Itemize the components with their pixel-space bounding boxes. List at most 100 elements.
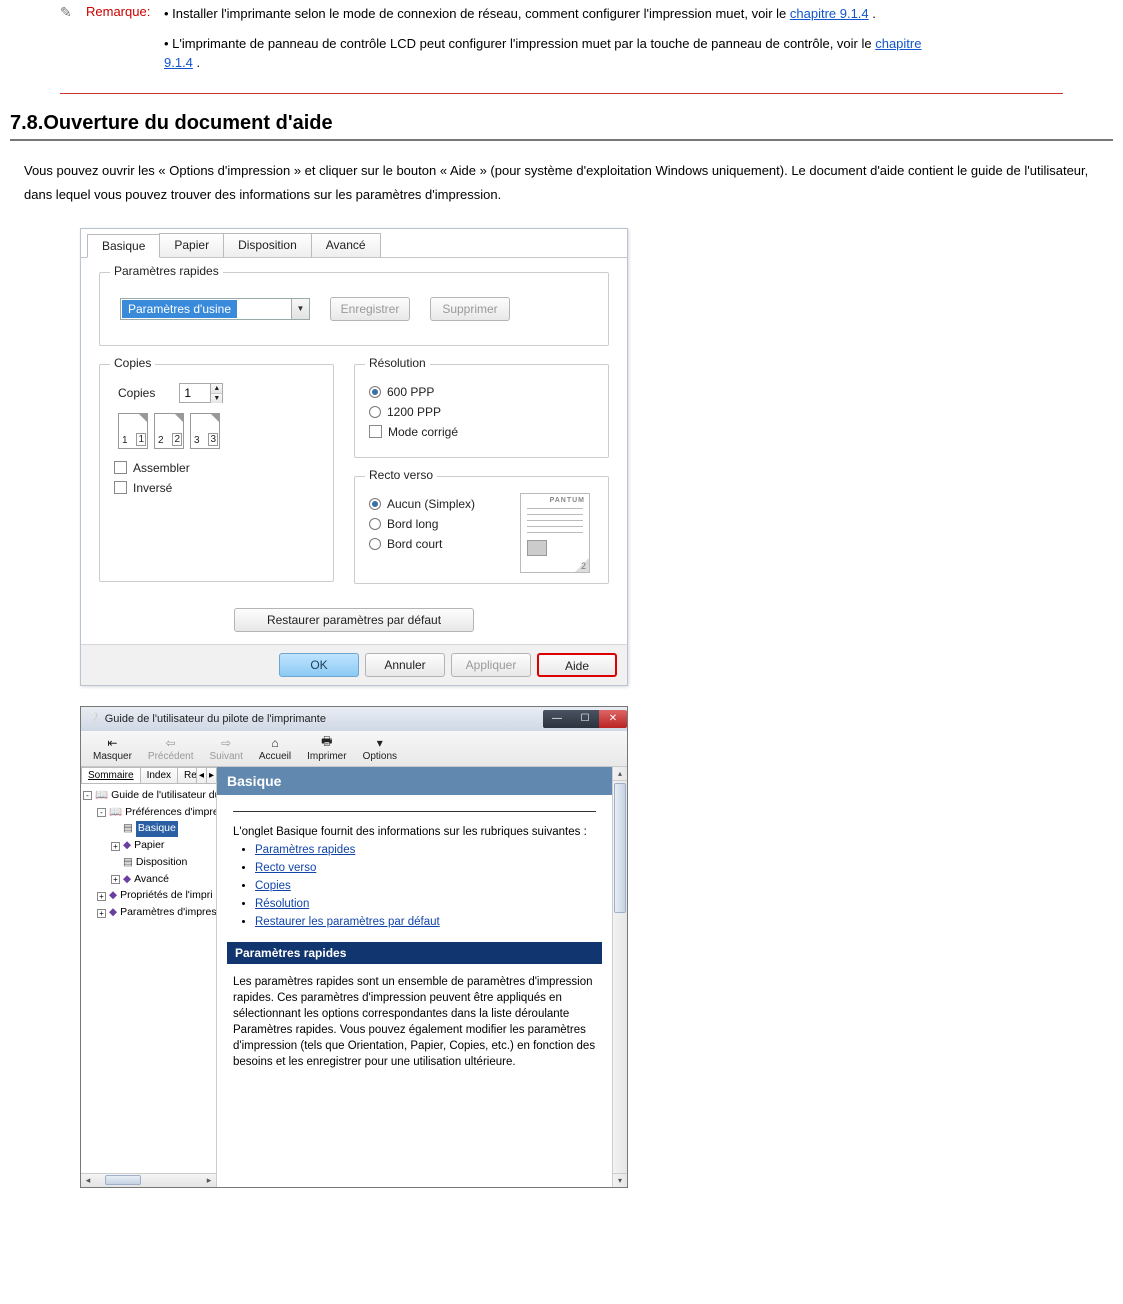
tb-home[interactable]: ⌂ Accueil (251, 733, 299, 764)
help-link-copies[interactable]: Copies (255, 880, 291, 892)
tb-options[interactable]: ▾ Options (355, 733, 405, 764)
note-icon: ✎ (60, 4, 80, 20)
checkbox-icon (114, 481, 127, 494)
maximize-icon[interactable]: ☐ (571, 710, 599, 728)
radio-simplex-label: Aucun (Simplex) (387, 497, 475, 511)
quick-settings-group: Paramètres rapides Paramètres d'usine ▼ … (99, 272, 609, 346)
tree-prefs[interactable]: -📖 Préférences d'impre (83, 805, 214, 822)
tree-basique[interactable]: ▤ Basique (83, 821, 214, 838)
copies-stepper[interactable]: ▲▼ (179, 383, 223, 403)
page-icon-3: 3 3 (190, 413, 220, 449)
tree-root[interactable]: -📖 Guide de l'utilisateur du (83, 788, 214, 805)
note-p2b: . (197, 55, 201, 70)
tab-disposition[interactable]: Disposition (223, 233, 312, 257)
help-title-text: Guide de l'utilisateur du pilote de l'im… (105, 713, 326, 725)
restore-defaults-button[interactable]: Restaurer paramètres par défaut (234, 608, 474, 632)
help-tree: -📖 Guide de l'utilisateur du -📖 Préféren… (81, 784, 216, 1173)
note-divider (60, 93, 1063, 94)
help-content-title: Basique (217, 767, 612, 795)
tree-avance[interactable]: +◆ Avancé (83, 872, 214, 889)
scrollbar-thumb[interactable] (105, 1175, 141, 1185)
help-subheading: Paramètres rapides (227, 942, 602, 964)
nav-tab-recherche[interactable]: Recherche (177, 767, 197, 783)
tb-print[interactable]: 🖶 Imprimer (299, 733, 354, 764)
reverse-checkbox[interactable]: Inversé (114, 481, 319, 495)
tb-hide[interactable]: ⇤ Masquer (85, 733, 140, 764)
help-content-divider (233, 811, 596, 812)
assemble-label: Assembler (133, 461, 190, 475)
nav-tab-sommaire[interactable]: Sommaire (81, 767, 141, 783)
hide-icon: ⇤ (103, 735, 121, 751)
resolution-group: Résolution 600 PPP 1200 PPP Mode corrigé (354, 364, 609, 458)
cancel-button[interactable]: Annuler (365, 653, 445, 677)
note-body: • Installer l'imprimante selon le mode d… (164, 4, 924, 83)
ok-button[interactable]: OK (279, 653, 359, 677)
tab-papier[interactable]: Papier (159, 233, 224, 257)
minimize-icon[interactable]: — (543, 710, 571, 728)
note-label: Remarque: (86, 4, 164, 83)
tree-params[interactable]: +◆ Paramètres d'impres (83, 905, 214, 922)
tree-props[interactable]: +◆ Propriétés de l'impri (83, 888, 214, 905)
help-content: Basique L'onglet Basique fournit des inf… (217, 767, 627, 1187)
copies-label: Copies (118, 386, 155, 400)
note-p1a: • Installer l'imprimante selon le mode d… (164, 6, 790, 21)
apply-button[interactable]: Appliquer (451, 653, 531, 677)
radio-600ppp[interactable]: 600 PPP (369, 385, 594, 399)
radio-icon (369, 498, 381, 510)
tab-avance[interactable]: Avancé (311, 233, 381, 257)
help-link-restore[interactable]: Restaurer les paramètres par défaut (255, 916, 440, 928)
help-lead: L'onglet Basique fournit des information… (233, 826, 596, 838)
section-heading: 7.8.Ouverture du document d'aide (10, 112, 1113, 135)
duplex-group: Recto verso PANTUM 2 Aucun (354, 476, 609, 584)
help-nav-hscroll[interactable]: ◂ ▸ (81, 1173, 216, 1187)
note-p1-link[interactable]: chapitre 9.1.4 (790, 6, 869, 21)
help-body: Sommaire Index Recherche ◂ ▸ -📖 Guide de… (81, 767, 627, 1187)
back-icon: ⇦ (162, 735, 180, 751)
radio-icon (369, 406, 381, 418)
help-link-duplex[interactable]: Recto verso (255, 862, 316, 874)
tb-forward[interactable]: ⇨ Suivant (202, 733, 251, 764)
radio-1200ppp[interactable]: 1200 PPP (369, 405, 594, 419)
scrollbar-thumb[interactable] (614, 783, 626, 913)
radio-simplex[interactable]: Aucun (Simplex) (369, 497, 520, 511)
save-button[interactable]: Enregistrer (330, 297, 410, 321)
delete-button[interactable]: Supprimer (430, 297, 510, 321)
duplex-title: Recto verso (365, 468, 437, 482)
stepper-buttons[interactable]: ▲▼ (210, 384, 222, 402)
radio-icon (369, 518, 381, 530)
page-icon-1: 1 1 (118, 413, 148, 449)
radio-long-label: Bord long (387, 517, 438, 531)
tb-back[interactable]: ⇦ Précédent (140, 733, 202, 764)
nav-tab-index[interactable]: Index (140, 767, 178, 783)
close-icon[interactable]: ✕ (599, 710, 627, 728)
help-link-res[interactable]: Résolution (255, 898, 309, 910)
copies-group: Copies Copies ▲▼ 1 1 (99, 364, 334, 582)
help-app-icon: ❔ (87, 712, 101, 725)
help-content-vscroll[interactable]: ▴ ▾ (612, 767, 627, 1187)
tab-basique[interactable]: Basique (87, 234, 160, 258)
copies-value[interactable] (180, 384, 210, 402)
help-button[interactable]: Aide (537, 653, 617, 677)
help-nav: Sommaire Index Recherche ◂ ▸ -📖 Guide de… (81, 767, 217, 1187)
help-link-quick[interactable]: Paramètres rapides (255, 844, 355, 856)
quick-settings-title: Paramètres rapides (110, 264, 223, 278)
brand-label: PANTUM (550, 497, 585, 504)
help-link-list: Paramètres rapides Recto verso Copies Ré… (255, 844, 596, 928)
help-paragraph: Les paramètres rapides sont un ensemble … (233, 974, 596, 1071)
tree-papier[interactable]: +◆ Papier (83, 838, 214, 855)
nav-tab-scroll-right[interactable]: ▸ (206, 767, 217, 783)
radio-icon (369, 386, 381, 398)
radio-short-edge[interactable]: Bord court (369, 537, 520, 551)
assemble-checkbox[interactable]: Assembler (114, 461, 319, 475)
radio-short-label: Bord court (387, 537, 442, 551)
tree-disposition[interactable]: ▤ Disposition (83, 855, 214, 872)
note-p1b: . (872, 6, 876, 21)
chevron-down-icon[interactable]: ▼ (291, 299, 309, 319)
corrected-mode-checkbox[interactable]: Mode corrigé (369, 425, 594, 439)
radio-long-edge[interactable]: Bord long (369, 517, 520, 531)
quick-settings-value: Paramètres d'usine (122, 300, 237, 318)
radio-600-label: 600 PPP (387, 385, 434, 399)
quick-settings-combo[interactable]: Paramètres d'usine ▼ (120, 298, 310, 320)
collate-illustration: 1 1 2 2 3 3 (118, 413, 319, 449)
radio-icon (369, 538, 381, 550)
